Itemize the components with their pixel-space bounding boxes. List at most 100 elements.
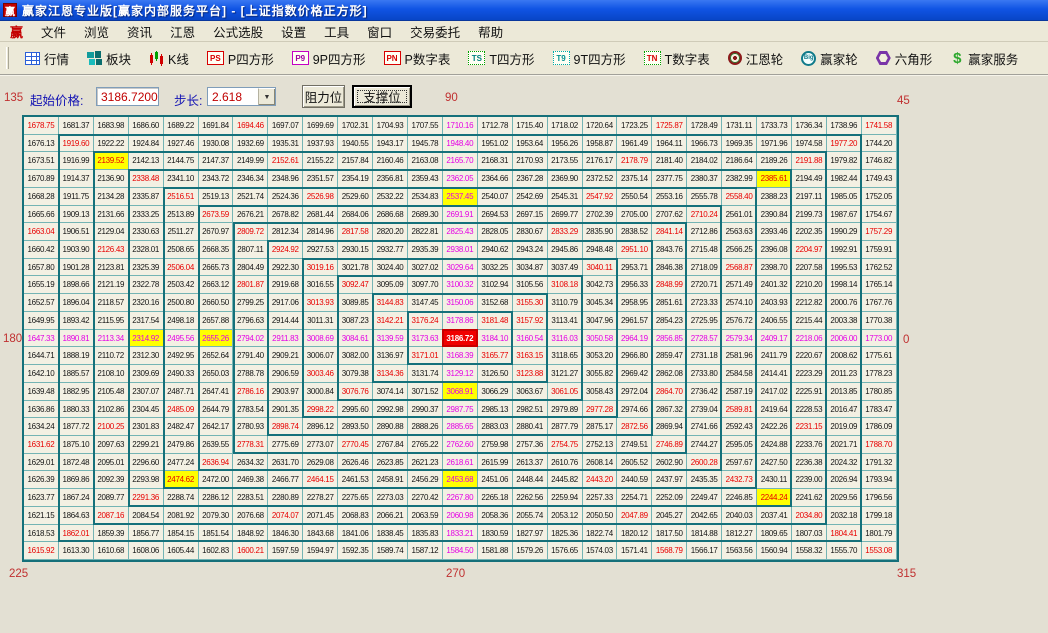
toolbar-button-label: P数字表 — [405, 49, 451, 68]
grid-cell: 1825.36 — [548, 525, 583, 543]
support-button[interactable]: 支撑位 — [352, 85, 412, 108]
grid-cell: 3050.58 — [583, 330, 618, 348]
grid-cell: 2503.42 — [164, 276, 199, 294]
grid-cell: 2974.66 — [617, 401, 652, 419]
grid-cell: 2783.54 — [233, 401, 268, 419]
grid-cell: 3129.12 — [443, 365, 478, 383]
grid-cell: 3168.39 — [443, 347, 478, 365]
grid-cell: 3079.38 — [338, 365, 373, 383]
toolbar: 行情板块K线PSP四方形P99P四方形PNP数字表TST四方形T99T四方形TN… — [0, 42, 1048, 76]
grid-cell: 2461.53 — [338, 471, 373, 489]
grid-cell: 2369.90 — [548, 170, 583, 188]
grid-cell: 2801.87 — [233, 276, 268, 294]
grid-cell: 1697.07 — [268, 117, 303, 135]
grid-cell: 2843.76 — [652, 241, 687, 259]
p9-badge-icon: P9 — [292, 51, 309, 65]
menu-item-9[interactable]: 帮助 — [469, 20, 512, 43]
toolbar-button-9T四方形[interactable]: T99T四方形 — [544, 49, 635, 68]
menu-item-4[interactable]: 公式选股 — [204, 20, 272, 43]
grid-cell: 2867.32 — [652, 401, 687, 419]
toolbar-button-行情[interactable]: 行情 — [16, 49, 78, 68]
grid-cell: 1809.65 — [757, 525, 792, 543]
grid-cell: 2856.85 — [652, 330, 687, 348]
grid-cell: 1741.58 — [862, 117, 897, 135]
grid-cell: 2288.74 — [164, 489, 199, 507]
grid-cell: 2749.51 — [617, 436, 652, 454]
grid-cell: 2519.13 — [199, 188, 234, 206]
grid-cell: 2932.77 — [373, 241, 408, 259]
grid-cell: 2024.32 — [827, 454, 862, 472]
grid-cell: 2715.48 — [687, 241, 722, 259]
toolbar-grip[interactable] — [6, 47, 9, 69]
menu-item-8[interactable]: 交易委托 — [401, 20, 469, 43]
grid-cell: 2417.02 — [757, 383, 792, 401]
grid-cell: 2610.76 — [548, 454, 583, 472]
grid-cell: 2859.47 — [652, 347, 687, 365]
toolbar-button-六角形[interactable]: 六角形 — [867, 49, 942, 68]
menu-item-3[interactable]: 江恩 — [161, 20, 204, 43]
grid-cell: 2877.79 — [548, 418, 583, 436]
toolbar-button-P四方形[interactable]: PSP四方形 — [198, 49, 283, 68]
menu-item-1[interactable]: 浏览 — [75, 20, 118, 43]
grid-cell: 3040.11 — [583, 259, 618, 277]
menu-item-5[interactable]: 设置 — [272, 20, 315, 43]
grid-cell: 2851.61 — [652, 294, 687, 312]
grid-cell: 2317.54 — [129, 312, 164, 330]
grid-cell: 1979.82 — [827, 152, 862, 170]
grid-cell: 2092.39 — [94, 471, 129, 489]
grid-cell: 2655.26 — [199, 330, 234, 348]
toolbar-button-赢家轮[interactable]: Big赢家轮 — [792, 49, 867, 68]
grid-cell: 2841.14 — [652, 223, 687, 241]
grid-cell: 2257.33 — [583, 489, 618, 507]
grid-cell: 1985.05 — [827, 188, 862, 206]
grid-cell: 2406.55 — [757, 312, 792, 330]
grid-cell: 2681.44 — [303, 206, 338, 224]
step-combobox[interactable]: 2.618 ▼ — [207, 87, 276, 106]
grid-cell: 1728.49 — [687, 117, 722, 135]
grid-cell: 1977.20 — [827, 135, 862, 153]
toolbar-button-K线[interactable]: K线 — [140, 49, 198, 68]
menu-item-0[interactable]: 文件 — [32, 20, 75, 43]
grid-cell: 1652.57 — [24, 294, 59, 312]
grid-cell: 3063.67 — [513, 383, 548, 401]
grid-cell: 1835.83 — [408, 525, 443, 543]
menu-item-2[interactable]: 资讯 — [118, 20, 161, 43]
grid-cell: 2364.66 — [478, 170, 513, 188]
angle-label-315: 315 — [897, 568, 916, 580]
grid-cell: 2854.23 — [652, 312, 687, 330]
step-value: 2.618 — [208, 88, 258, 105]
grid-cell: 2775.69 — [268, 436, 303, 454]
grid-cell: 2605.52 — [617, 454, 652, 472]
toolbar-button-板块[interactable]: 板块 — [78, 49, 140, 68]
toolbar-button-赢家服务[interactable]: $赢家服务 — [941, 49, 1027, 68]
grid-cell: 2176.17 — [583, 152, 618, 170]
chevron-down-icon[interactable]: ▼ — [258, 88, 275, 105]
grid-cell: 3165.77 — [478, 347, 513, 365]
toolbar-button-P数字表[interactable]: PNP数字表 — [375, 49, 460, 68]
grid-cell: 3008.69 — [303, 330, 338, 348]
menu-item-6[interactable]: 工具 — [315, 20, 358, 43]
start-price-input[interactable]: 3186.7200 — [96, 87, 159, 106]
toolbar-button-江恩轮[interactable]: 江恩轮 — [719, 49, 793, 68]
mdi-window-icon[interactable]: 赢 — [0, 22, 32, 41]
toolbar-button-9P四方形[interactable]: P99P四方形 — [283, 49, 375, 68]
toolbar-button-T数字表[interactable]: TNT数字表 — [635, 49, 719, 68]
grid-cell: 1694.46 — [233, 117, 268, 135]
grid-cell: 2508.65 — [164, 241, 199, 259]
grid-cell: 2095.01 — [94, 454, 129, 472]
menu-item-7[interactable]: 窗口 — [358, 20, 401, 43]
grid-cell: 1780.85 — [862, 383, 897, 401]
grid-cell: 2343.72 — [199, 170, 234, 188]
grid-cell: 1838.45 — [373, 525, 408, 543]
blocks-icon — [87, 51, 102, 66]
grid-cell: 3047.96 — [583, 312, 618, 330]
grid-cell: 1872.48 — [59, 454, 94, 472]
grid-cell: 2948.48 — [583, 241, 618, 259]
grid-cell: 3084.61 — [338, 330, 373, 348]
grid-cell: 1804.41 — [827, 525, 862, 543]
grid-cell: 2977.28 — [583, 401, 618, 419]
toolbar-button-T四方形[interactable]: TST四方形 — [459, 49, 543, 68]
grid-cell: 2812.34 — [268, 223, 303, 241]
resistance-button[interactable]: 阻力位 — [302, 85, 345, 108]
grid-cell: 2202.35 — [792, 223, 827, 241]
